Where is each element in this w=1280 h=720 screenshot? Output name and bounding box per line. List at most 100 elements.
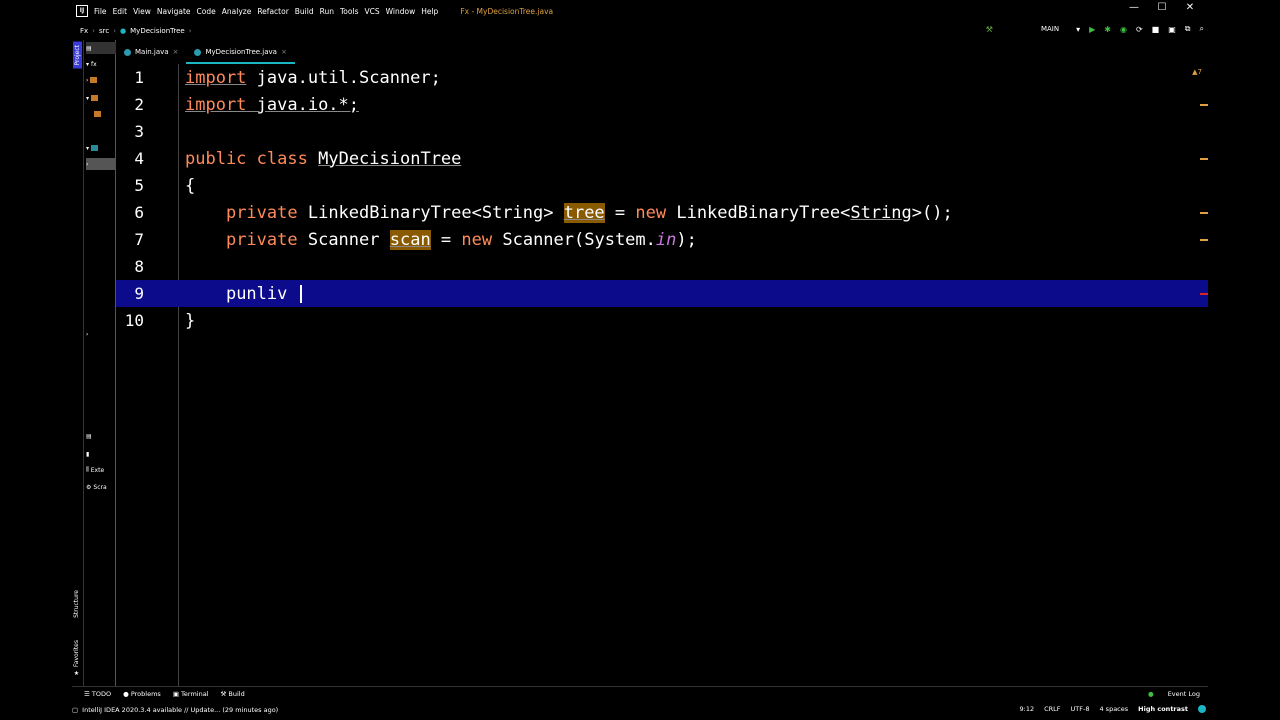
warning-marker[interactable] bbox=[1200, 158, 1208, 160]
code-editor[interactable]: ▲7 1 import java.util.Scanner; 2 import … bbox=[116, 64, 1208, 686]
code-line[interactable]: 10 } bbox=[116, 307, 1208, 334]
error-marker[interactable] bbox=[1200, 293, 1208, 295]
menu-view[interactable]: View bbox=[133, 7, 151, 16]
java-class-icon bbox=[194, 48, 202, 56]
tree-root[interactable]: ▾ fx bbox=[86, 58, 116, 70]
menu-tools[interactable]: Tools bbox=[340, 7, 358, 16]
breadcrumb-class[interactable]: MyDecisionTree bbox=[130, 27, 185, 35]
code-line-current[interactable]: 9 punliv bbox=[116, 280, 1208, 307]
warning-marker[interactable] bbox=[1200, 239, 1208, 241]
code-line[interactable]: 8 bbox=[116, 253, 1208, 280]
code-line[interactable]: 5 { bbox=[116, 172, 1208, 199]
breadcrumb-project[interactable]: Fx bbox=[80, 27, 88, 35]
menu-window[interactable]: Window bbox=[386, 7, 416, 16]
terminal-button[interactable]: ▣ Terminal bbox=[173, 690, 209, 698]
static-field: in bbox=[655, 229, 677, 250]
theme-status-icon[interactable] bbox=[1198, 705, 1206, 713]
star-icon[interactable]: ★ bbox=[73, 670, 80, 677]
build-hammer-icon[interactable]: ⚒ bbox=[986, 25, 993, 34]
code-line[interactable]: 1 import java.util.Scanner; bbox=[116, 64, 1208, 91]
code-line[interactable]: 3 bbox=[116, 118, 1208, 145]
close-tab-icon[interactable]: × bbox=[281, 48, 287, 56]
chevron-down-icon[interactable]: ▾ bbox=[1076, 25, 1080, 34]
folder-icon bbox=[91, 95, 99, 101]
project-toolbar[interactable]: ▤ bbox=[86, 42, 116, 54]
chevron-right-icon[interactable]: › bbox=[86, 77, 88, 84]
run-config-select[interactable]: MAIN bbox=[1041, 25, 1059, 33]
profile-icon[interactable]: ⟳ bbox=[1136, 25, 1143, 34]
status-message[interactable]: IntelliJ IDEA 2020.3.4 available // Upda… bbox=[82, 706, 278, 714]
problems-button[interactable]: ● Problems bbox=[123, 690, 161, 698]
breadcrumb-src[interactable]: src bbox=[99, 27, 109, 35]
tree-item-external-libraries[interactable]: ⫼ Exte bbox=[86, 464, 116, 476]
tree-item[interactable]: › bbox=[86, 74, 116, 86]
code-line[interactable]: 6 private LinkedBinaryTree<String> tree … bbox=[116, 199, 1208, 226]
chevron-down-icon[interactable]: ▾ bbox=[86, 95, 89, 102]
menu-analyze[interactable]: Analyze bbox=[222, 7, 252, 16]
build-button[interactable]: ⚒ Build bbox=[221, 690, 245, 698]
file-encoding[interactable]: UTF-8 bbox=[1071, 705, 1090, 713]
minimize-icon[interactable]: — bbox=[1120, 2, 1148, 13]
debug-icon[interactable]: ✱ bbox=[1104, 25, 1111, 34]
chevron-down-icon[interactable]: ▾ bbox=[86, 145, 89, 152]
tree-item[interactable]: ▤ bbox=[86, 430, 116, 442]
menu-code[interactable]: Code bbox=[197, 7, 216, 16]
caret-position[interactable]: 9:12 bbox=[1020, 705, 1035, 713]
line-separator[interactable]: CRLF bbox=[1044, 705, 1060, 713]
menu-refactor[interactable]: Refactor bbox=[257, 7, 288, 16]
project-structure-icon[interactable]: ▣ bbox=[1168, 25, 1176, 34]
panel-menu-icon[interactable]: ▤ bbox=[86, 45, 92, 52]
chevron-right-icon[interactable]: › bbox=[86, 331, 88, 338]
tree-item-selected[interactable]: › bbox=[86, 158, 116, 170]
editor-tabs: Main.java × MyDecisionTree.java × bbox=[116, 40, 1208, 64]
code-line[interactable]: 7 private Scanner scan = new Scanner(Sys… bbox=[116, 226, 1208, 253]
code-text: = bbox=[604, 202, 636, 223]
tab-main-java[interactable]: Main.java × bbox=[116, 40, 186, 64]
code-text: { bbox=[185, 175, 196, 196]
layout-icon[interactable]: ⧉ bbox=[1185, 24, 1191, 34]
code-text: ); bbox=[676, 229, 697, 250]
code-line[interactable]: 4 public class MyDecisionTree bbox=[116, 145, 1208, 172]
menu-file[interactable]: File bbox=[94, 7, 107, 16]
status-message-icon: ▢ bbox=[72, 706, 79, 714]
run-icon[interactable]: ▶ bbox=[1089, 25, 1095, 34]
menu-help[interactable]: Help bbox=[421, 7, 438, 16]
theme-label[interactable]: High contrast bbox=[1138, 705, 1188, 713]
tab-mydecisiontree-java[interactable]: MyDecisionTree.java × bbox=[186, 40, 296, 64]
tree-item-scratches[interactable]: ⚙ Scra bbox=[86, 481, 116, 493]
close-icon[interactable]: ✕ bbox=[1176, 2, 1204, 13]
tab-favorites[interactable]: Favorites bbox=[73, 640, 80, 667]
tab-structure[interactable]: Structure bbox=[73, 590, 80, 618]
tree-item[interactable]: › bbox=[86, 328, 116, 340]
menu-build[interactable]: Build bbox=[295, 7, 314, 16]
library-icon: ⫼ bbox=[86, 466, 89, 473]
event-log-button[interactable]: ● Event Log bbox=[1136, 690, 1200, 698]
tree-item[interactable]: ▮ bbox=[86, 448, 116, 460]
file-icon: ▮ bbox=[86, 450, 90, 458]
class-name: MyDecisionTree bbox=[318, 148, 462, 169]
tree-item[interactable] bbox=[86, 108, 116, 120]
menu-run[interactable]: Run bbox=[320, 7, 334, 16]
chevron-right-icon: › bbox=[188, 27, 192, 35]
menu-navigate[interactable]: Navigate bbox=[157, 7, 191, 16]
code-line[interactable]: 2 import java.io.*; bbox=[116, 91, 1208, 118]
search-icon[interactable]: ⌕ bbox=[1200, 24, 1204, 34]
stop-icon[interactable]: ■ bbox=[1152, 25, 1160, 34]
line-number: 4 bbox=[134, 149, 144, 168]
tree-item[interactable]: ▾ bbox=[86, 142, 116, 154]
warning-marker[interactable] bbox=[1200, 212, 1208, 214]
tree-item[interactable]: ▾ bbox=[86, 92, 116, 104]
indent-setting[interactable]: 4 spaces bbox=[1099, 705, 1128, 713]
chevron-down-icon[interactable]: ▾ bbox=[86, 61, 89, 68]
menu-vcs[interactable]: VCS bbox=[364, 7, 379, 16]
tab-project[interactable]: Project bbox=[73, 42, 82, 69]
maximize-icon[interactable]: ☐ bbox=[1148, 2, 1176, 13]
warning-marker[interactable] bbox=[1200, 104, 1208, 106]
todo-button[interactable]: ☰ TODO bbox=[84, 690, 111, 698]
line-number: 10 bbox=[124, 311, 144, 330]
close-tab-icon[interactable]: × bbox=[173, 48, 179, 56]
line-number: 1 bbox=[134, 68, 144, 87]
status-bar: ▢ IntelliJ IDEA 2020.3.4 available // Up… bbox=[72, 702, 1208, 718]
menu-edit[interactable]: Edit bbox=[113, 7, 128, 16]
coverage-icon[interactable]: ◉ bbox=[1120, 25, 1127, 34]
